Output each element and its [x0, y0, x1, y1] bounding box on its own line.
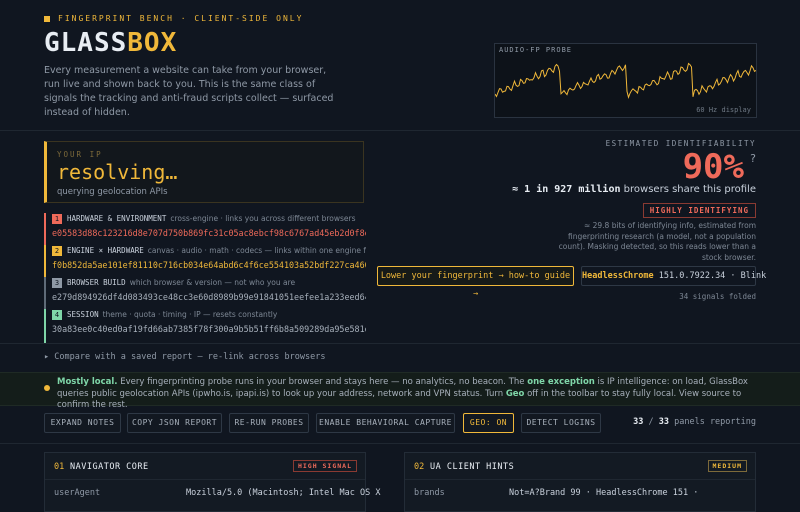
hash-value: e05583d88c123216d8e707d750b869fc31c05ac8…	[52, 228, 366, 238]
hash-row-name: ENGINE × HARDWARE	[67, 246, 144, 255]
panel-key: userAgent	[54, 488, 101, 498]
audio-probe-panel: AUDIO-FP PROBE 60 Hz display	[494, 43, 757, 118]
hash-row-number: 2	[52, 246, 62, 256]
page-title: GLASSBOX	[44, 28, 177, 58]
panel-title: UA CLIENT HINTS	[430, 462, 515, 472]
panels-reporting: 33 / 33 panels reporting	[633, 417, 756, 427]
panel-ua-client-hints: 02 UA CLIENT HINTS MEDIUM brands Not=A?B…	[404, 452, 756, 512]
score-value: 90%	[682, 147, 744, 187]
panel-value: Mozilla/5.0 (Macintosh; Intel Mac OS X	[186, 488, 381, 498]
ua-pill: HeadlessChrome 151.0.7922.34 · Blink	[581, 266, 766, 286]
hash-row-title: HARDWARE & ENVIRONMENT cross-engine · lin…	[67, 214, 356, 223]
copy-json-button[interactable]: COPY JSON REPORT	[127, 413, 222, 433]
panel-badge: HIGH SIGNAL	[292, 460, 357, 472]
share-text: ≈ 1 in 927 million browsers share this p…	[512, 184, 756, 195]
share-count: ≈ 1 in 927 million	[512, 184, 621, 195]
hash-row-accent	[44, 245, 46, 279]
notice-text: Mostly local. Every fingerprinting probe…	[57, 377, 757, 412]
panels-done: 33	[633, 417, 644, 427]
panels-sep: /	[643, 417, 659, 427]
divider	[0, 130, 800, 131]
hash-row-hardware[interactable]: 1 HARDWARE & ENVIRONMENT cross-engine · l…	[44, 213, 366, 249]
hash-value: e279d894926df4d083493ce48cc3e60d8989b99e…	[52, 292, 366, 302]
panel-key: brands	[414, 488, 445, 498]
score-explanation: ≈ 29.8 bits of identifying info, estimat…	[558, 221, 756, 262]
hash-row-engine[interactable]: 2 ENGINE × HARDWARE canvas · audio · math…	[44, 245, 366, 281]
detect-logins-button[interactable]: DETECT LOGINS	[521, 413, 601, 433]
hash-row-browser[interactable]: 3 BROWSER BUILD which browser & version —…	[44, 277, 366, 313]
hash-value: f0b852da5ae101ef81110c716cb034e64abd6c4f…	[52, 260, 366, 270]
ip-value: resolving…	[57, 160, 178, 184]
hash-row-title: SESSION theme · quota · timing · IP — res…	[67, 310, 277, 319]
panel-navigator-core: 01 NAVIGATOR CORE HIGH SIGNAL userAgent …	[44, 452, 380, 512]
hash-row-desc: which browser & version — not who you ar…	[129, 278, 296, 287]
panels-total: 33	[658, 417, 669, 427]
notice-lead: Mostly local.	[57, 377, 118, 387]
audio-probe-rate: 60 Hz display	[696, 106, 751, 114]
status-badge: HIGHLY IDENTIFYING	[642, 203, 756, 218]
eyebrow: FINGERPRINT BENCH · CLIENT-SIDE ONLY	[44, 14, 303, 23]
hash-row-title: ENGINE × HARDWARE canvas · audio · math ·…	[67, 246, 366, 255]
hash-row-session[interactable]: 4 SESSION theme · quota · timing · IP — r…	[44, 309, 366, 345]
guide-button[interactable]: Lower your fingerprint → how-to guide →	[377, 266, 574, 299]
privacy-notice: Mostly local. Every fingerprinting probe…	[0, 372, 800, 410]
notice-exception: one exception	[527, 377, 595, 387]
panel-number: 01	[54, 462, 65, 472]
intro-text: Every measurement a website can take fro…	[44, 65, 334, 118]
panel-title: NAVIGATOR CORE	[70, 462, 149, 472]
compare-toggle[interactable]: ▸ Compare with a saved report — re-link …	[44, 352, 325, 362]
ua-pill-version: 151.0.7922.34 · Blink	[653, 271, 767, 281]
audio-probe-label: AUDIO-FP PROBE	[499, 46, 573, 54]
hash-row-desc: canvas · audio · math · codecs — links w…	[147, 246, 366, 255]
panels-suffix: panels reporting	[669, 417, 756, 427]
divider	[405, 479, 755, 480]
expand-notes-button[interactable]: EXPAND NOTES	[44, 413, 121, 433]
folded-count: 34 signals folded	[679, 292, 756, 301]
hash-row-number: 3	[52, 278, 62, 288]
hash-row-desc: theme · quota · timing · IP — resets con…	[102, 310, 278, 319]
status-dot	[44, 15, 50, 22]
behavioral-capture-button[interactable]: ENABLE BEHAVIORAL CAPTURE	[316, 413, 455, 433]
ip-card: YOUR IP resolving… querying geolocation …	[44, 141, 364, 203]
divider	[0, 343, 800, 344]
geo-toggle[interactable]: GEO: ON	[463, 413, 514, 433]
eyebrow-text: FINGERPRINT BENCH · CLIENT-SIDE ONLY	[58, 14, 304, 23]
hash-value: 30a83ee0c40ed0af19fd66ab7385f78f300a9b5b…	[52, 324, 366, 334]
rerun-probes-button[interactable]: RE-RUN PROBES	[229, 413, 309, 433]
ip-status: querying geolocation APIs	[57, 187, 168, 197]
ip-label: YOUR IP	[57, 150, 103, 159]
ua-pill-name: HeadlessChrome	[582, 271, 654, 281]
hash-row-number: 1	[52, 214, 62, 224]
notice-geo: Geo	[505, 388, 525, 399]
hash-row-name: SESSION	[67, 310, 99, 319]
hash-row-desc: cross-engine · links you across differen…	[170, 214, 356, 223]
score-help-icon[interactable]: ?	[750, 152, 756, 165]
panel-number: 02	[414, 462, 425, 472]
hash-row-accent	[44, 277, 46, 311]
hash-row-name: BROWSER BUILD	[67, 278, 126, 287]
panel-value: Not=A?Brand 99 · HeadlessChrome 151 ·	[509, 488, 699, 498]
hash-row-name: HARDWARE & ENVIRONMENT	[67, 214, 167, 223]
hash-row-title: BROWSER BUILD which browser & version — n…	[67, 278, 295, 287]
hash-row-accent	[44, 309, 46, 343]
share-suffix: browsers share this profile	[620, 184, 756, 195]
panel-badge: MEDIUM	[707, 460, 747, 472]
divider	[45, 479, 365, 480]
notice-part: Every fingerprinting probe runs in your …	[117, 377, 528, 387]
title-part-a: GLASS	[44, 28, 128, 58]
hash-row-accent	[44, 213, 46, 247]
notice-dot-icon	[44, 385, 50, 391]
hash-row-number: 4	[52, 310, 62, 320]
divider	[0, 443, 800, 444]
title-part-b: BOX	[127, 28, 178, 58]
